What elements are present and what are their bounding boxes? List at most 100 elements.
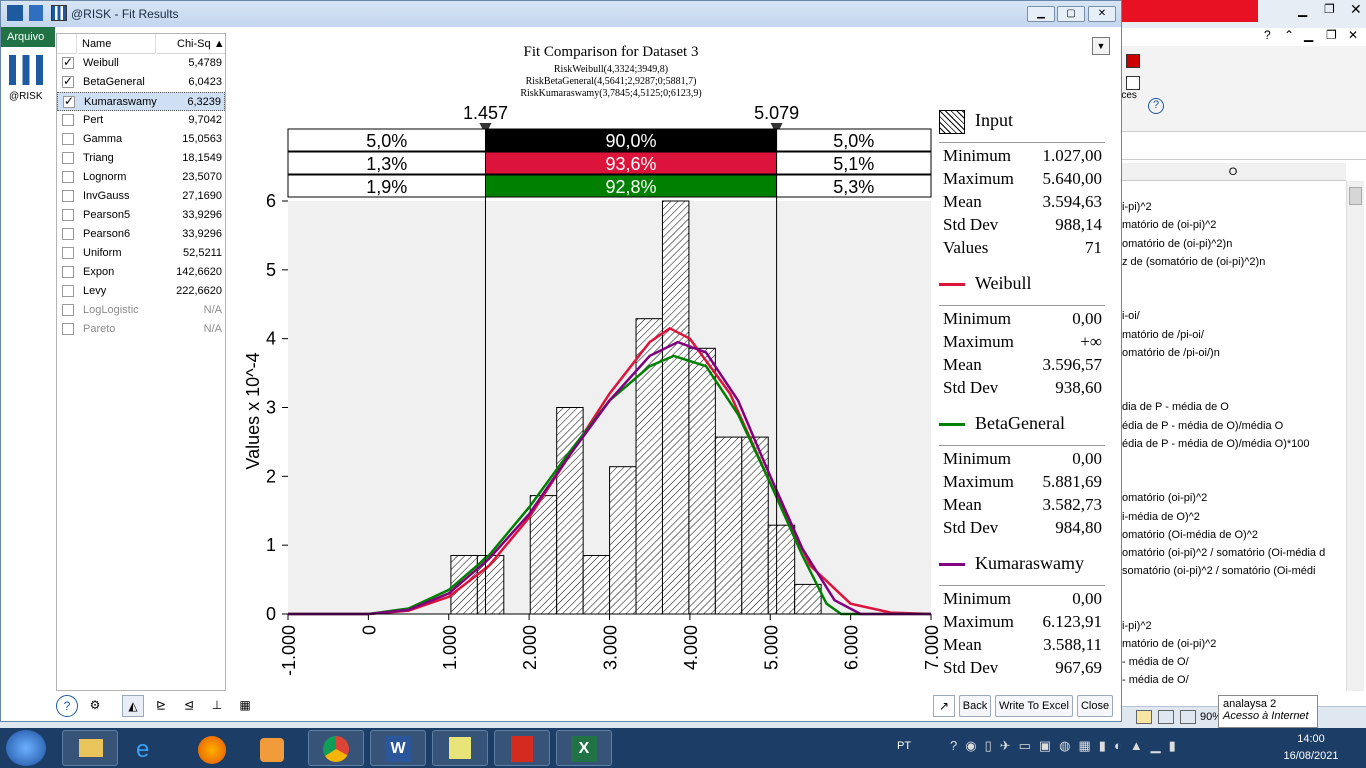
help-icon[interactable]: ?	[1148, 98, 1164, 114]
back-button[interactable]: Back	[959, 695, 991, 717]
cell-text[interactable]: - média de O/	[1122, 653, 1189, 671]
stat-value: 3.594,63	[1042, 192, 1103, 211]
legend-divider	[939, 445, 1105, 446]
left-delimiter-value: 1.457	[463, 103, 508, 123]
stat-value: 938,60	[1055, 378, 1102, 397]
cell-text[interactable]: omatório de (oi-pi)^2)n	[1122, 235, 1232, 253]
cell-text[interactable]: z de (somatório de (oi-pi)^2)n	[1122, 253, 1265, 271]
cell-text[interactable]: i-oi/	[1122, 307, 1140, 325]
cell-text[interactable]: édia de P - média de O)/média O	[1122, 417, 1283, 435]
x-tick-label: 5.000	[761, 625, 781, 670]
pp-plot-icon[interactable]: ⊵	[150, 695, 172, 717]
cell-text[interactable]: omatório (oi-pi)^2	[1122, 489, 1207, 507]
tooltip-subtitle: Acesso à Internet	[1223, 710, 1309, 722]
stat-label: Mean	[943, 495, 982, 514]
cell-text[interactable]: matório de (oi-pi)^2	[1122, 216, 1216, 234]
band-left-pct: 1,3%	[366, 154, 407, 174]
help-icon[interactable]: ?	[1264, 28, 1271, 42]
legend-label: BetaGeneral	[975, 413, 1065, 433]
stat-label: Mean	[943, 635, 982, 654]
restore-icon[interactable]: ❐	[1324, 2, 1335, 16]
scrollbar-thumb[interactable]	[1349, 187, 1362, 205]
restore-icon[interactable]: ❐	[1326, 28, 1337, 42]
histogram-bar	[767, 524, 796, 615]
histogram-view-icon[interactable]: ◭	[122, 695, 144, 717]
y-tick-label: 0	[266, 604, 276, 624]
legend-divider	[939, 142, 1105, 143]
histogram-bar	[609, 466, 637, 615]
ie-taskbar-icon[interactable]: e	[136, 736, 149, 764]
cell-text[interactable]: matório de /pi-oi/	[1122, 326, 1204, 344]
y-tick-label: 5	[266, 260, 276, 280]
cell-text[interactable]: omatório (oi-pi)^2 / somatório (Oi-média…	[1122, 544, 1325, 562]
delimiter-icon[interactable]: ⊥	[206, 695, 228, 717]
export-icon[interactable]: ↗	[933, 695, 955, 717]
chart-subtitle: RiskKumaraswamy(3,7845;4,5125;0;6123,9)	[520, 88, 701, 99]
system-tray-icons[interactable]: ?◉▯✈▭▣◍▦▮◐▲▁▮	[950, 738, 1210, 758]
cell-text[interactable]: matório de (oi-pi)^2	[1122, 635, 1216, 653]
table-icon[interactable]: ▦	[234, 695, 256, 717]
clock-date[interactable]: 16/08/2021	[1278, 750, 1344, 762]
cell-text[interactable]: édia de P - média de O)/média O)*100	[1122, 435, 1310, 453]
band-right-pct: 5,1%	[833, 154, 874, 174]
cell-text[interactable]: - média de O/	[1122, 671, 1189, 689]
firefox-taskbar-icon[interactable]	[198, 736, 226, 764]
vertical-scrollbar[interactable]	[1346, 181, 1364, 691]
cell-text[interactable]: omatório (Oi-média de O)^2	[1122, 526, 1258, 544]
chevron-up-icon[interactable]: ⌃	[1284, 28, 1294, 42]
cell-text[interactable]: somatório (oi-pi)^2 / somatório (Oi-médi	[1122, 562, 1315, 580]
cell-text[interactable]: omatório de /pi-oi/)n	[1122, 344, 1220, 362]
chrome-taskbar-icon[interactable]	[308, 730, 364, 766]
stat-label: Mean	[943, 192, 982, 211]
band-mid-pct: 90,0%	[606, 131, 657, 151]
band-mid-pct: 92,8%	[606, 177, 657, 197]
sticky-notes-taskbar-icon[interactable]	[432, 730, 488, 766]
x-tick-label: 1.000	[440, 625, 460, 670]
grid-icon[interactable]	[1126, 54, 1140, 68]
cell-text[interactable]: dia de P - média de O	[1122, 398, 1229, 416]
chart-options-dropdown[interactable]: ▼	[1092, 37, 1110, 55]
language-indicator[interactable]: PT	[897, 740, 911, 752]
stat-label: Mean	[943, 355, 982, 374]
stat-value: 988,14	[1055, 215, 1102, 234]
legend-divider	[939, 585, 1105, 586]
cell-text[interactable]: i-média de O)^2	[1122, 508, 1200, 526]
chart-subtitle: RiskBetaGeneral(4,5641;2,9287;0;5881,7)	[526, 76, 697, 87]
page-icon[interactable]	[1126, 76, 1140, 90]
cell-text[interactable]: i-pi)^2	[1122, 198, 1152, 216]
network-tooltip: analaysa 2 Acesso à Internet	[1218, 695, 1318, 728]
legend-label: Weibull	[975, 273, 1032, 293]
excel-taskbar-icon[interactable]: X	[556, 730, 612, 766]
cell-text[interactable]: i-pi)^2	[1122, 617, 1152, 635]
stat-value: +∞	[1080, 332, 1102, 351]
x-tick-label: 7.000	[922, 625, 942, 670]
legend-divider	[939, 305, 1105, 306]
pdf-taskbar-icon[interactable]	[494, 730, 550, 766]
column-header-o[interactable]: O	[1120, 163, 1346, 181]
close-icon[interactable]: ✕	[1350, 1, 1362, 18]
minimize-icon[interactable]: ▁	[1298, 3, 1307, 17]
minimize-icon[interactable]: ▁	[1304, 28, 1313, 42]
settings-icon[interactable]: ⚙	[84, 695, 106, 717]
media-taskbar-icon[interactable]	[260, 738, 284, 762]
legend-entry-kumaraswamy: Kumaraswamy	[939, 551, 1109, 577]
word-taskbar-icon[interactable]: W	[370, 730, 426, 766]
write-to-excel-button[interactable]: Write To Excel	[995, 695, 1073, 717]
stat-value: 1.027,00	[1042, 146, 1103, 165]
page-layout-icon[interactable]	[1158, 710, 1174, 724]
x-tick-label: 3.000	[601, 625, 621, 670]
qq-plot-icon[interactable]: ⊴	[178, 695, 200, 717]
close-dialog-button[interactable]: Close	[1077, 695, 1113, 717]
explorer-taskbar-icon[interactable]	[62, 730, 118, 766]
close-icon[interactable]: ✕	[1348, 28, 1358, 42]
x-tick-label: -1.000	[279, 625, 299, 676]
clock-time[interactable]: 14:00	[1288, 733, 1334, 745]
normal-view-icon[interactable]	[1136, 710, 1152, 724]
excel-alert-bar	[1122, 0, 1258, 22]
start-button[interactable]	[6, 730, 46, 766]
y-tick-label: 6	[266, 191, 276, 211]
page-break-icon[interactable]	[1180, 710, 1196, 724]
ribbon-tab-strip: ? ⌃ ▁ ❐ ✕	[1120, 28, 1366, 46]
legend-swatch	[939, 283, 965, 286]
help-icon[interactable]: ?	[56, 695, 78, 717]
